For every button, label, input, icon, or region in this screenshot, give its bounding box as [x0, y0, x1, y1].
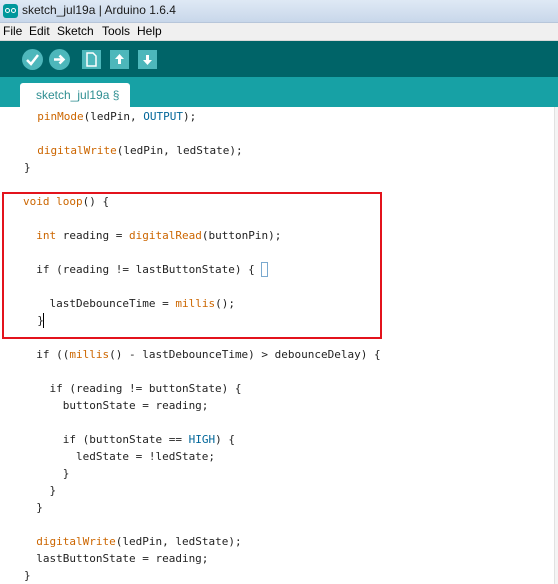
tab-bar: sketch_jul19a § [0, 77, 558, 107]
save-button[interactable] [138, 50, 157, 69]
menu-bar: File Edit Sketch Tools Help [0, 23, 558, 41]
menu-file[interactable]: File [3, 24, 22, 38]
code-line: pinMode(ledPin, OUTPUT); [37, 110, 197, 123]
code-line: } [24, 161, 31, 174]
code-line: buttonState = reading; [23, 399, 209, 412]
upload-button[interactable] [49, 49, 70, 70]
upload-icon [54, 54, 66, 65]
highlight-box [2, 192, 382, 339]
code-line: } [23, 501, 43, 514]
code-line: } [23, 467, 70, 480]
code-line: if ((millis() - lastDebounceTime) > debo… [23, 348, 381, 361]
bracket-match-marker [261, 262, 268, 277]
code-editor[interactable]: pinMode(ledPin, OUTPUT); digitalWrite(le… [0, 107, 558, 584]
verify-icon [26, 54, 39, 66]
tab-sketch[interactable]: sketch_jul19a § [20, 83, 130, 107]
code-line: } [24, 569, 31, 582]
new-button[interactable] [82, 50, 101, 69]
menu-edit[interactable]: Edit [29, 24, 50, 38]
tab-label: sketch_jul19a § [36, 88, 120, 102]
window-title: sketch_jul19a | Arduino 1.6.4 [22, 3, 176, 17]
toolbar [0, 41, 558, 77]
code-line: } [23, 484, 57, 497]
open-button[interactable] [110, 50, 129, 69]
code-line: if (buttonState == HIGH) { [23, 433, 235, 446]
arduino-logo-icon [3, 4, 18, 18]
code-line: digitalWrite(ledPin, ledState); [37, 144, 243, 157]
code-line: digitalWrite(ledPin, ledState); [36, 535, 242, 548]
title-bar: sketch_jul19a | Arduino 1.6.4 [0, 0, 558, 23]
editor-scrollbar[interactable] [554, 107, 558, 584]
menu-tools[interactable]: Tools [102, 24, 130, 38]
text-cursor [43, 313, 44, 328]
code-line: if (reading != buttonState) { [23, 382, 242, 395]
open-icon [115, 54, 124, 64]
menu-sketch[interactable]: Sketch [57, 24, 94, 38]
code-line: ledState = !ledState; [23, 450, 216, 463]
code-line: lastButtonState = reading; [23, 552, 209, 565]
new-icon [86, 52, 97, 67]
menu-help[interactable]: Help [137, 24, 162, 38]
verify-button[interactable] [22, 49, 43, 70]
save-icon [143, 55, 152, 65]
